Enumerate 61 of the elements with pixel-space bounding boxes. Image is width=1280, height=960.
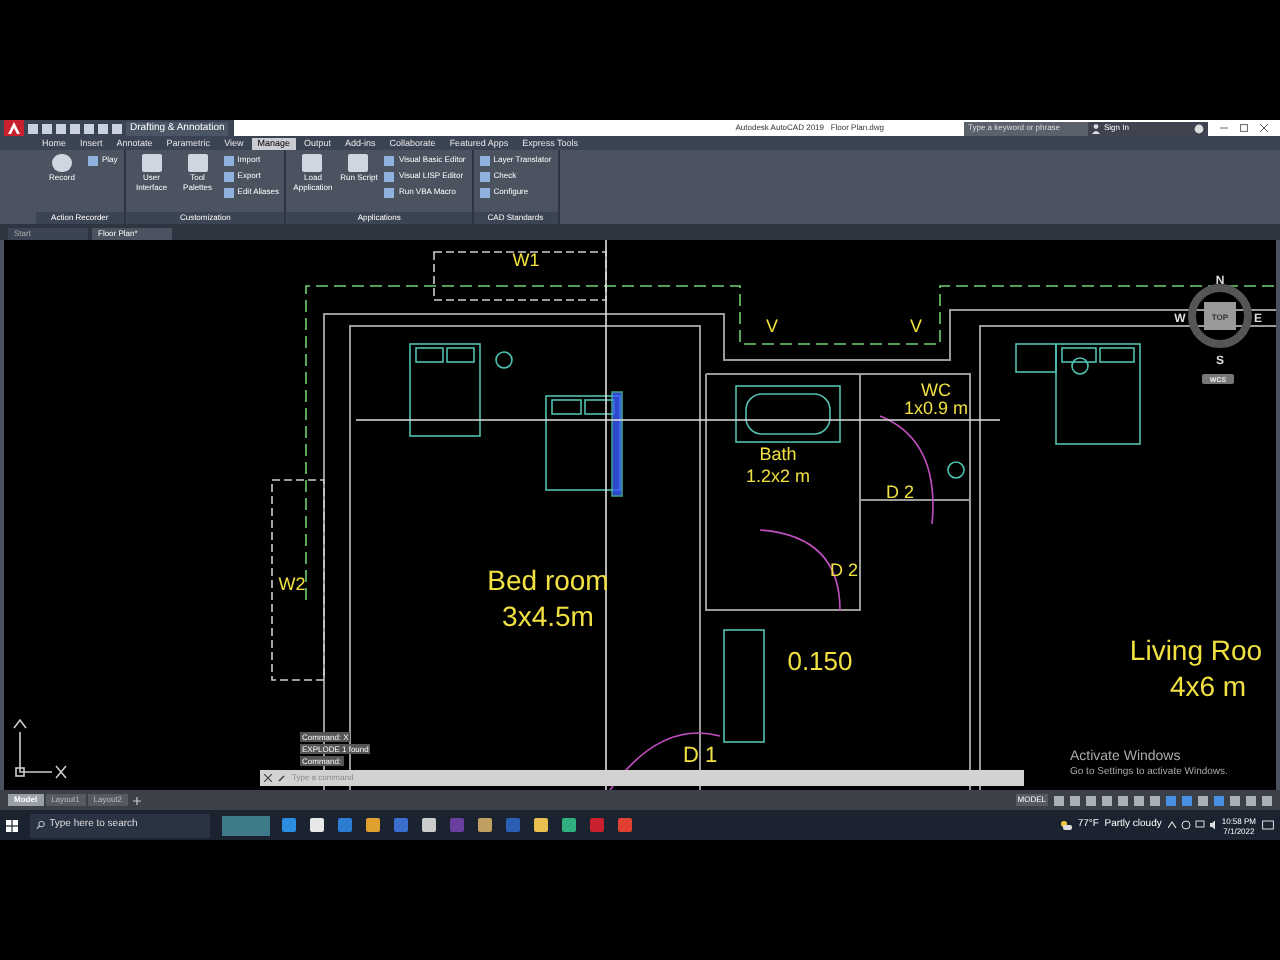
status-bar-icon[interactable]: [1118, 795, 1128, 805]
app-logo-icon[interactable]: [4, 120, 24, 136]
room-label: 0.150: [787, 646, 853, 676]
room-label: Bath: [759, 444, 797, 464]
room-label: D 2: [886, 482, 914, 502]
tool-icon: [88, 155, 98, 165]
landscape-thumbnail: [222, 815, 270, 835]
room-label: V: [910, 316, 922, 336]
viewcube-face[interactable]: [1204, 302, 1236, 330]
tool-icon: [302, 154, 323, 172]
status-bar-icon[interactable]: [1166, 795, 1176, 805]
room-label: D 2: [830, 560, 858, 580]
status-bar-icon[interactable]: [1150, 795, 1160, 805]
light-fixture-icon: [947, 461, 965, 479]
status-bar-icon[interactable]: [1198, 795, 1208, 805]
status-bar-icon[interactable]: [1230, 795, 1240, 805]
windows-logo-icon[interactable]: [6, 819, 18, 831]
bathtub-drawing: [735, 385, 841, 443]
maximize-icon[interactable]: [1240, 124, 1248, 132]
status-bar-icon[interactable]: [1086, 795, 1096, 805]
room-label: WC: [921, 380, 951, 400]
search-icon: [36, 820, 46, 830]
status-bar-icon[interactable]: [1070, 795, 1080, 805]
light-fixture-icon: [1071, 357, 1089, 375]
wcs-menu[interactable]: [1202, 374, 1234, 384]
room-label: Living Roo: [1129, 634, 1263, 666]
room-label: 1x0.9 m: [904, 398, 968, 418]
help-icon[interactable]: [1194, 123, 1204, 133]
status-bar-icon[interactable]: [1054, 795, 1064, 805]
status-bar-icon[interactable]: [1134, 795, 1144, 805]
bed-drawing: [545, 391, 623, 497]
user-icon: [1092, 123, 1100, 133]
nightstand-drawing: [1015, 343, 1057, 373]
weather-icon: [1059, 820, 1072, 830]
room-label: W1: [512, 250, 540, 270]
notification-icon[interactable]: [1262, 819, 1274, 831]
light-fixture-icon: [495, 351, 513, 369]
viewcube-ring[interactable]: [1188, 284, 1252, 348]
status-bar-icon[interactable]: [1246, 795, 1256, 805]
room-label: 3x4.5m: [502, 600, 594, 632]
tool-icon: [348, 154, 369, 172]
room-label: V: [766, 316, 778, 336]
add-icon[interactable]: [132, 795, 143, 805]
close-icon[interactable]: [264, 774, 272, 782]
room-label: W2: [278, 574, 306, 594]
room-label: 4x6 m: [1169, 670, 1247, 702]
status-bar-icon[interactable]: [1102, 795, 1112, 805]
room-label: 1.2x2 m: [746, 466, 810, 486]
bed-drawing: [409, 343, 481, 437]
status-bar-icon[interactable]: [1182, 795, 1192, 805]
sofa-drawing: [723, 629, 765, 743]
ucs-icon: [13, 718, 67, 779]
tray-icons[interactable]: [1167, 820, 1216, 830]
status-bar-icon[interactable]: [1262, 795, 1272, 805]
tool-icon: [141, 154, 162, 172]
wrench-icon[interactable]: [278, 774, 286, 782]
room-label: D 1: [682, 744, 718, 768]
status-bar-icon[interactable]: [1214, 795, 1224, 805]
bed-drawing: [1055, 343, 1141, 445]
tool-icon: [187, 154, 208, 172]
close-icon[interactable]: [1260, 124, 1268, 132]
